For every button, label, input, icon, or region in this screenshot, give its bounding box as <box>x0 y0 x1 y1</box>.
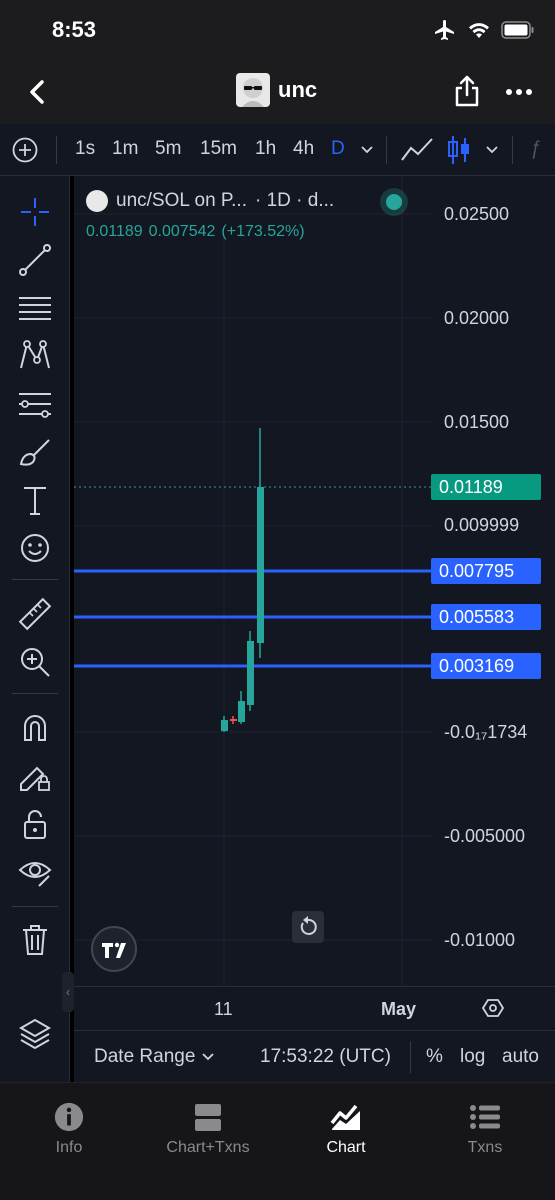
price-axis-label: -0.01000 <box>444 930 516 950</box>
interval-5m[interactable]: 5m <box>155 138 181 160</box>
forecast-icon[interactable] <box>17 386 53 422</box>
interval-15m[interactable]: 15m <box>200 138 237 160</box>
candle <box>257 487 264 643</box>
last-price: 0.01189 <box>86 223 143 240</box>
symbol-name[interactable]: unc/SOL on P... <box>116 190 247 212</box>
tab-bar: Info Chart+Txns Chart Txns <box>0 1082 555 1200</box>
status-time: 8:53 <box>52 17 97 42</box>
interval-chevron-down-icon[interactable] <box>360 144 374 156</box>
line-price-tag-2[interactable]: 0.005583 <box>431 604 541 630</box>
token-title: unc <box>236 73 317 107</box>
magnet-icon[interactable] <box>17 710 53 746</box>
candle <box>238 701 245 722</box>
info-icon <box>54 1102 84 1132</box>
eye-icon[interactable] <box>17 854 53 890</box>
chart-icon <box>330 1104 360 1130</box>
tab-txns[interactable]: Txns <box>430 1101 540 1157</box>
chart-toolbar: 1s 1m 5m 15m 1h 4h D ƒ <box>0 124 555 176</box>
interval-1m[interactable]: 1m <box>112 138 138 160</box>
tab-txns-label: Txns <box>467 1139 503 1156</box>
trend-line-icon[interactable] <box>17 242 53 278</box>
price-chart[interactable]: unc/SOL on P... · 1D · d... 0.01189 0.00… <box>74 176 555 1030</box>
tradingview-logo[interactable] <box>91 926 137 972</box>
fib-lines-icon[interactable] <box>17 290 53 326</box>
collapse-toolbar-toggle[interactable]: ‹ <box>62 972 74 1012</box>
tab-chart-txns[interactable]: Chart+Txns <box>153 1101 263 1157</box>
price-axis-label: 0.02500 <box>444 204 510 224</box>
page-title: unc <box>278 77 318 102</box>
zoom-in-icon[interactable] <box>17 644 53 680</box>
wifi-icon <box>469 23 489 38</box>
chart-type-chevron-down-icon[interactable] <box>485 144 499 156</box>
ruler-icon[interactable] <box>17 596 53 632</box>
current-price-tag: 0.01189 <box>431 474 541 500</box>
reset-chart-button[interactable] <box>292 911 324 943</box>
interval-4h[interactable]: 4h <box>293 138 314 160</box>
drawing-toolbar <box>0 176 70 1082</box>
tab-info-label: Info <box>55 1139 83 1156</box>
candles <box>221 428 264 732</box>
pattern-icon[interactable] <box>17 338 53 374</box>
reset-icon <box>300 916 317 935</box>
more-icon[interactable] <box>502 80 536 104</box>
trash-icon[interactable] <box>17 922 53 958</box>
candles-chart-type-icon[interactable] <box>446 134 472 166</box>
chart-bottom-bar: Date Range 17:53:22 (UTC) % log auto <box>74 1030 555 1082</box>
status-icons <box>433 18 535 42</box>
price-axis-label: 0.009999 <box>444 515 520 535</box>
percent-toggle[interactable]: % <box>426 1046 443 1068</box>
token-avatar <box>236 73 270 107</box>
chart-legend: unc/SOL on P... · 1D · d... <box>86 190 334 212</box>
nav-header: unc <box>0 60 555 124</box>
time-axis[interactable]: 11 May <box>74 986 555 1030</box>
layers-icon[interactable] <box>17 1016 53 1052</box>
back-chevron-icon[interactable] <box>22 76 54 108</box>
candle <box>230 719 237 721</box>
share-icon[interactable] <box>452 74 482 108</box>
brush-icon[interactable] <box>17 434 53 470</box>
symbol-logo <box>86 190 108 212</box>
symbol-interval[interactable]: · 1D · d... <box>255 190 334 212</box>
settings-gear-icon[interactable] <box>482 997 504 1019</box>
indicators-icon[interactable]: ƒ <box>530 138 541 160</box>
crosshair-icon[interactable] <box>17 194 53 230</box>
tab-chart-txns-label: Chart+Txns <box>166 1139 250 1156</box>
list-icon <box>470 1105 500 1129</box>
price-axis-label: -0.005000 <box>444 826 526 846</box>
candle <box>247 641 254 705</box>
utc-clock[interactable]: 17:53:22 (UTC) <box>260 1046 391 1068</box>
market-status-dot <box>386 194 402 210</box>
price-axis-label: 0.02000 <box>444 308 510 328</box>
interval-1h[interactable]: 1h <box>255 138 276 160</box>
battery-icon <box>501 21 534 39</box>
unlock-icon[interactable] <box>17 806 53 842</box>
interval-1s[interactable]: 1s <box>75 138 95 160</box>
tab-info[interactable]: Info <box>14 1101 124 1157</box>
tab-chart[interactable]: Chart <box>291 1101 401 1157</box>
time-label: 11 <box>214 999 233 1019</box>
candle <box>221 720 228 731</box>
emoji-icon[interactable] <box>17 530 53 566</box>
change-abs: 0.007542 <box>148 223 216 240</box>
date-range-chevron-down-icon[interactable] <box>201 1051 215 1063</box>
price-change-legend: 0.01189 0.007542 (+173.52%) <box>86 223 305 241</box>
time-label: May <box>381 999 417 1019</box>
interval-d[interactable]: D <box>331 138 345 160</box>
line-chart-type-icon[interactable] <box>400 136 434 164</box>
airplane-icon <box>435 20 454 40</box>
auto-toggle[interactable]: auto <box>502 1046 539 1068</box>
price-axis-label: -0.0₁₇1734 <box>444 722 528 742</box>
change-pct: (+173.52%) <box>221 223 305 240</box>
line-price-tag-1[interactable]: 0.007795 <box>431 558 541 584</box>
add-symbol-icon[interactable] <box>12 137 38 163</box>
lock-drawing-icon[interactable] <box>17 758 53 794</box>
log-toggle[interactable]: log <box>460 1046 485 1068</box>
line-price-tag-3[interactable]: 0.003169 <box>431 653 541 679</box>
price-axis-label: 0.01500 <box>444 412 510 432</box>
text-icon[interactable] <box>17 482 53 518</box>
status-bar: 8:53 <box>0 0 555 60</box>
split-icon <box>195 1104 221 1131</box>
tab-chart-label: Chart <box>326 1139 366 1156</box>
date-range-button[interactable]: Date Range <box>94 1046 195 1068</box>
